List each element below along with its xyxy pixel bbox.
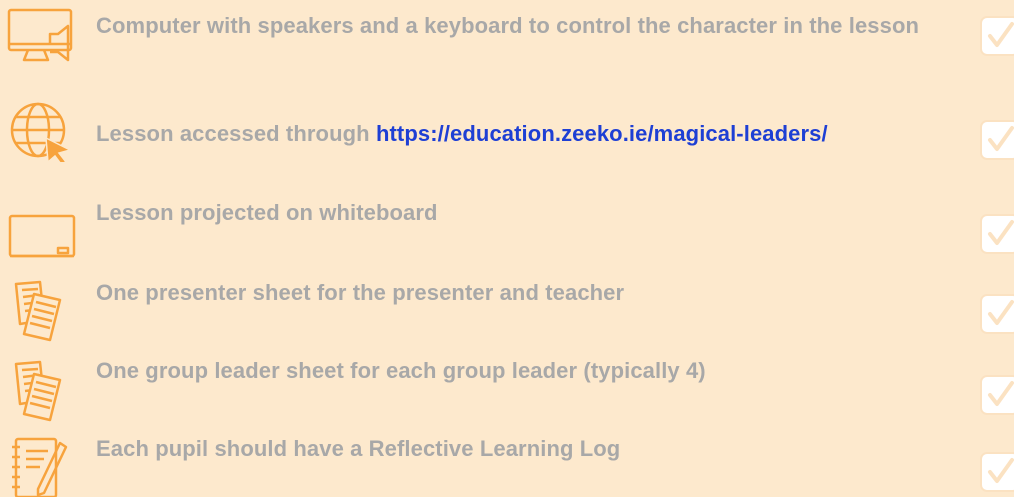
item-text-prefix: Lesson accessed through [96, 121, 376, 146]
checkbox[interactable] [980, 120, 1014, 160]
notebook-pen-icon [6, 435, 76, 497]
checkbox[interactable] [980, 16, 1014, 56]
checkbox[interactable] [980, 375, 1014, 415]
computer-speaker-icon [6, 4, 76, 66]
item-text: One presenter sheet for the presenter an… [96, 280, 625, 305]
globe-cursor-icon [6, 100, 76, 162]
checkbox[interactable] [980, 452, 1014, 492]
checkbox[interactable] [980, 214, 1014, 254]
checkbox[interactable] [980, 294, 1014, 334]
lesson-link[interactable]: https://education.zeeko.ie/magical-leade… [376, 121, 828, 146]
item-text: One group leader sheet for each group le… [96, 358, 706, 383]
documents-icon [6, 280, 76, 342]
documents-icon [6, 360, 76, 422]
whiteboard-icon [6, 208, 76, 270]
item-text: Lesson accessed through https://educatio… [96, 120, 956, 148]
item-text: Computer with speakers and a keyboard to… [96, 13, 920, 38]
item-text: Each pupil should have a Reflective Lear… [96, 436, 621, 461]
item-text: Lesson projected on whiteboard [96, 200, 438, 225]
